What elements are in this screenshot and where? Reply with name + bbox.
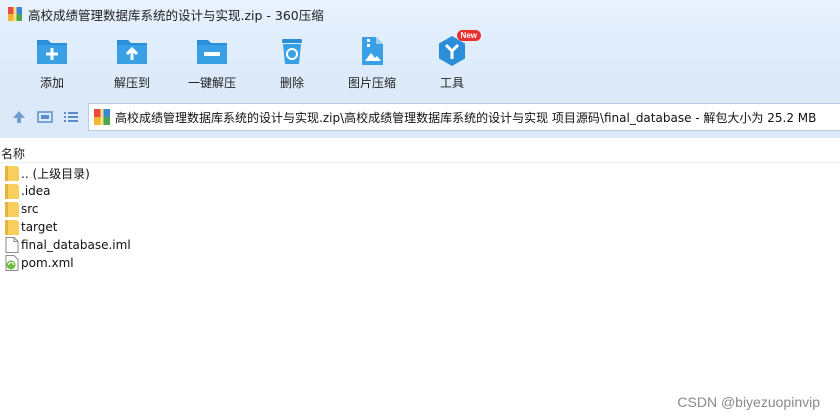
file-list: .. (上级目录) .idea src target final_databas…: [0, 164, 840, 272]
add-label: 添加: [39, 76, 64, 90]
column-name-header[interactable]: 名称: [1, 145, 25, 162]
file-name: .. (上级目录): [21, 166, 90, 181]
title-bar: 高校成绩管理数据库系统的设计与实现.zip - 360压缩: [0, 0, 840, 28]
one-click-extract-label: 一键解压: [187, 76, 236, 90]
extract-to-icon: [117, 40, 147, 64]
watermark: CSDN @biyezuopinvip: [677, 394, 820, 410]
delete-icon: [282, 39, 302, 64]
tools-label: 工具: [439, 76, 464, 90]
extract-to-label: 解压到: [113, 76, 150, 90]
image-compress-icon: [362, 37, 383, 65]
one-click-extract-icon: [197, 40, 227, 64]
address-bar[interactable]: 高校成绩管理数据库系统的设计与实现.zip\高校成绩管理数据库系统的设计与实现 …: [88, 103, 840, 131]
add-button[interactable]: 添加: [12, 34, 92, 94]
list-view-icon[interactable]: [63, 109, 79, 125]
image-compress-button[interactable]: 图片压缩: [332, 34, 412, 94]
file-name: target: [21, 220, 58, 234]
image-compress-label: 图片压缩: [347, 76, 396, 90]
add-icon: [37, 40, 67, 64]
file-icon: [5, 237, 19, 253]
one-click-extract-button[interactable]: 一键解压: [172, 34, 252, 94]
list-item-iml[interactable]: final_database.iml: [0, 236, 840, 254]
list-item-target[interactable]: target: [0, 218, 840, 236]
list-item-src[interactable]: src: [0, 200, 840, 218]
list-item-parent-dir[interactable]: .. (上级目录): [0, 164, 840, 182]
list-item-pom[interactable]: pom.xml: [0, 254, 840, 272]
window-title: 高校成绩管理数据库系统的设计与实现.zip - 360压缩: [28, 7, 324, 23]
extract-to-button[interactable]: 解压到: [92, 34, 172, 94]
address-path: 高校成绩管理数据库系统的设计与实现.zip\高校成绩管理数据库系统的设计与实现 …: [115, 110, 817, 125]
file-name: .idea: [21, 184, 51, 198]
toolbar: 添加 解压到 一键解压 删除 图片压缩 New 工具: [0, 28, 840, 96]
file-name: final_database.iml: [21, 238, 131, 252]
xml-file-icon: [5, 255, 19, 271]
folder-icon: [5, 166, 19, 181]
tools-button[interactable]: New 工具: [412, 30, 492, 94]
folder-icon: [5, 220, 19, 235]
delete-button[interactable]: 删除: [252, 34, 332, 94]
column-header: 名称: [0, 142, 840, 163]
file-name: src: [21, 202, 39, 216]
up-arrow-icon[interactable]: [11, 109, 27, 125]
new-badge: New: [456, 30, 481, 41]
thumbnail-view-icon[interactable]: [37, 109, 53, 125]
folder-icon: [5, 184, 19, 199]
delete-label: 删除: [279, 76, 304, 90]
archive-icon: [94, 109, 110, 125]
folder-icon: [5, 202, 19, 217]
address-row: 高校成绩管理数据库系统的设计与实现.zip\高校成绩管理数据库系统的设计与实现 …: [0, 96, 840, 138]
file-name: pom.xml: [21, 256, 74, 270]
list-item-idea[interactable]: .idea: [0, 182, 840, 200]
archive-icon: [8, 7, 22, 21]
